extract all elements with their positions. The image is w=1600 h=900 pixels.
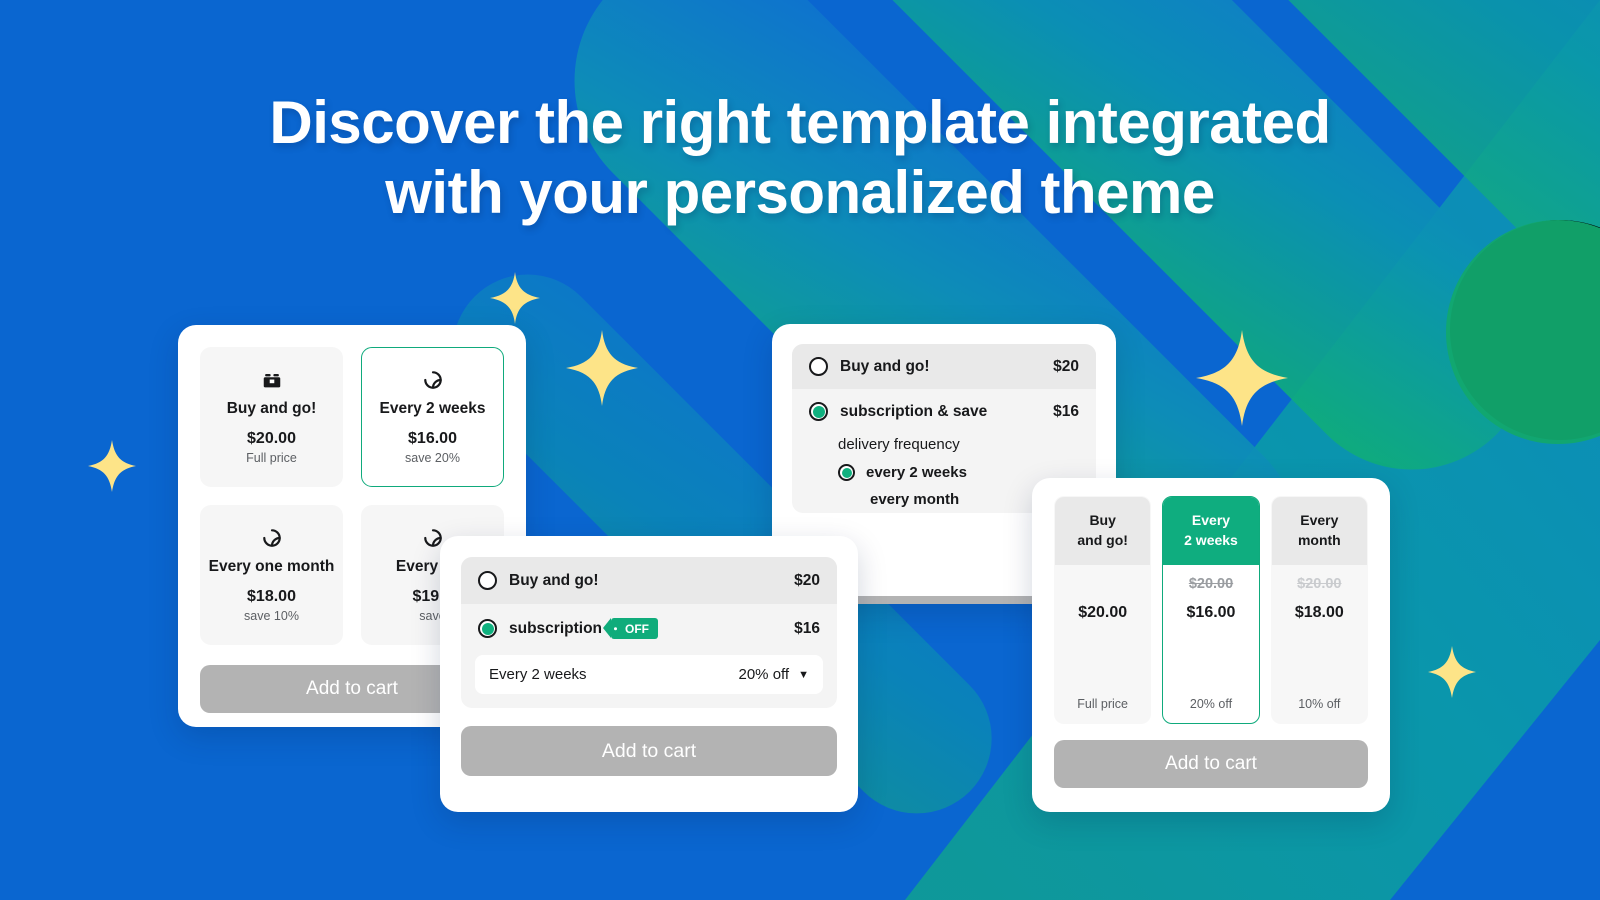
plan-header: Buy and go! [1055, 497, 1151, 565]
radio-option-row-selected[interactable]: subscription OFF $16 [461, 604, 837, 653]
tile-price: $18.00 [247, 588, 296, 605]
tile-price: $20.00 [247, 430, 296, 447]
discount-tag-badge: OFF [603, 618, 659, 639]
tile-note: Full price [246, 451, 297, 465]
headline-line-2: with your personalized theme [385, 159, 1215, 227]
plan-header-line-1: Buy [1089, 512, 1116, 528]
shopping-basket-icon [263, 374, 280, 388]
sparkle-icon [1196, 330, 1288, 426]
page-title: Discover the right template integrated w… [0, 88, 1600, 228]
tile-note: save 10% [244, 609, 299, 623]
radio-checked-icon[interactable] [809, 402, 828, 421]
radio-option-row[interactable]: Buy and go! $20 [792, 344, 1096, 389]
plan-column[interactable]: Buy and go! $20.00 Full price [1054, 496, 1152, 724]
plan-price: $18.00 [1294, 603, 1344, 621]
tile-title: Every 2 weeks [379, 400, 486, 417]
option-price: $16 [794, 619, 820, 637]
tile-option[interactable]: Every one month $18.00 save 10% [200, 505, 343, 645]
sparkle-icon [88, 440, 136, 492]
plan-header-line-1: Every [1300, 512, 1339, 528]
plan-price: $20.00 [1078, 603, 1128, 621]
subscription-refresh-icon [262, 529, 281, 547]
plan-note: 20% off [1189, 697, 1233, 711]
frequency-select[interactable]: Every 2 weeks 20% off ▼ [475, 655, 823, 694]
option-label: Buy and go! [840, 357, 930, 375]
tile-option[interactable]: Buy and go! $20.00 Full price [200, 347, 343, 487]
plan-header-line-2: month [1297, 532, 1341, 549]
plan-note: 10% off [1298, 697, 1341, 711]
plan-price: $16.00 [1186, 603, 1236, 621]
radio-unchecked-icon[interactable] [809, 357, 828, 376]
tile-note: save 20% [405, 451, 460, 465]
chevron-down-icon[interactable]: ▼ [798, 669, 809, 681]
tile-option-selected[interactable]: Every 2 weeks $16.00 save 20% [361, 347, 504, 487]
plan-note: Full price [1077, 697, 1129, 711]
plan-old-price: $20.00 [1297, 575, 1342, 592]
add-to-cart-button[interactable]: Add to cart [461, 726, 837, 776]
compact-subscription-widget: Buy and go! $20 subscription OFF $16 Eve… [440, 536, 858, 812]
radio-checked-icon[interactable] [478, 619, 497, 638]
option-price: $20 [1053, 357, 1079, 375]
options-panel: Buy and go! $20 subscription OFF $16 Eve… [461, 557, 837, 708]
delivery-frequency-label: delivery frequency [838, 436, 960, 453]
frequency-select-label: Every 2 weeks [489, 666, 587, 683]
radio-checked-icon[interactable] [838, 464, 855, 481]
plan-body: $20.00 Full price [1055, 565, 1150, 723]
frequency-label: every 2 weeks [866, 464, 967, 481]
sparkle-icon [1428, 646, 1476, 698]
plan-header: Every month [1271, 497, 1367, 565]
subscription-refresh-icon [423, 529, 442, 547]
option-label: subscription & save [840, 402, 988, 420]
option-label: Buy and go! [509, 571, 599, 589]
sparkle-icon [490, 272, 540, 324]
headline-line-1: Discover the right template integrated [269, 89, 1331, 156]
option-price: $20 [794, 571, 820, 589]
frequency-select-value: 20% off [738, 666, 790, 683]
subscription-refresh-icon [423, 371, 442, 389]
plan-header-line-2: 2 weeks [1184, 532, 1238, 549]
tile-title: Buy and go! [226, 400, 317, 417]
add-to-cart-button[interactable]: Add to cart [1054, 740, 1368, 788]
plan-column-selected[interactable]: Every 2 weeks $20.00 $16.00 20% off [1162, 496, 1260, 724]
plan-header-line-2: and go! [1077, 532, 1128, 549]
plan-columns-widget: Buy and go! $20.00 Full price Every 2 we… [1032, 478, 1390, 812]
plan-columns: Buy and go! $20.00 Full price Every 2 we… [1054, 496, 1368, 724]
tile-price: $16.00 [408, 430, 457, 447]
radio-option-row[interactable]: Buy and go! $20 [461, 557, 837, 604]
radio-unchecked-icon[interactable] [478, 571, 497, 590]
plan-header-line-1: Every [1191, 512, 1231, 528]
tile-title: Every one month [208, 558, 335, 575]
plan-header: Every 2 weeks [1163, 497, 1259, 565]
plan-body: $20.00 $16.00 20% off [1163, 565, 1258, 723]
option-price: $16 [1053, 402, 1079, 420]
plan-column[interactable]: Every month $20.00 $18.00 10% off [1270, 496, 1368, 724]
frequency-label: every month [870, 491, 960, 508]
plan-body: $20.00 $18.00 10% off [1272, 565, 1367, 723]
radio-option-row-selected[interactable]: subscription & save $16 [792, 389, 1096, 434]
sparkle-icon [566, 330, 638, 406]
option-label: subscription [509, 619, 603, 637]
plan-old-price: $20.00 [1188, 575, 1234, 592]
